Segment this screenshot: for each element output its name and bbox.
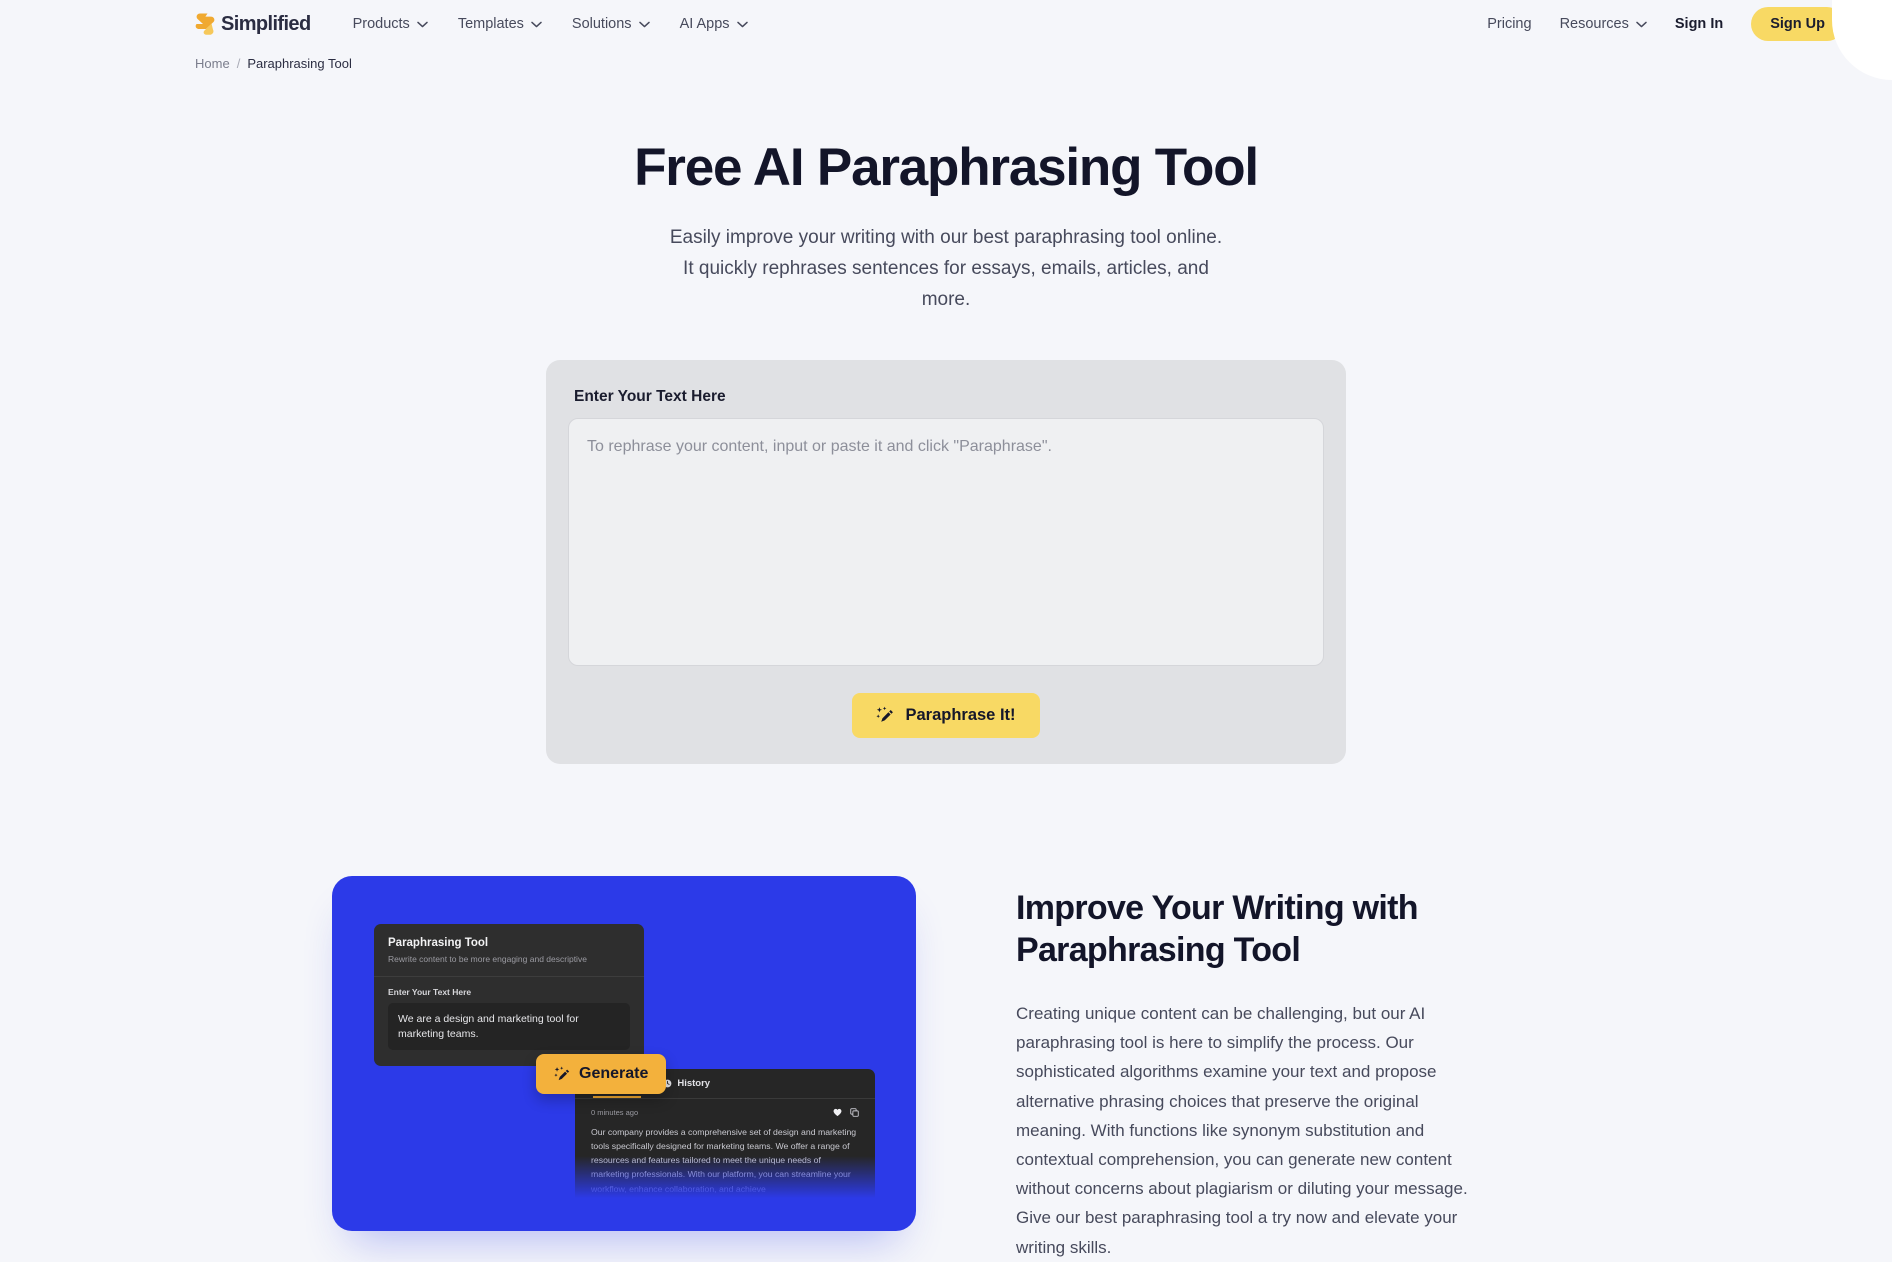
nav-label-solutions: Solutions <box>571 16 632 32</box>
paraphrase-tool-card: Enter Your Text Here Paraphrase It! <box>546 360 1346 765</box>
nav-label-resources: Resources <box>1559 16 1629 32</box>
illustration-panel-subtitle: Rewrite content to be more engaging and … <box>388 954 587 965</box>
magic-wand-icon <box>876 706 894 723</box>
illustration-field-label: Enter Your Text Here <box>388 987 472 998</box>
paraphrase-input[interactable] <box>568 418 1324 667</box>
feature-section: Paraphrasing Tool Rewrite content to be … <box>0 764 1892 1262</box>
illustration-panel-header: Paraphrasing Tool Rewrite content to be … <box>374 924 644 978</box>
hero-subtitle: Easily improve your writing with our bes… <box>669 227 1223 311</box>
paraphrase-button[interactable]: Paraphrase It! <box>852 693 1040 739</box>
nav-item-resources[interactable]: Resources <box>1560 16 1647 32</box>
chevron-down-icon <box>736 21 748 27</box>
breadcrumb: Home / Paraphrasing Tool <box>0 48 1892 71</box>
illustration-compose-panel: Paraphrasing Tool Rewrite content to be … <box>374 924 644 1067</box>
header-actions: Pricing Resources Sign In Sign Up <box>1487 7 1844 41</box>
simplified-bolt-icon <box>195 13 215 35</box>
tool-actions: Paraphrase It! <box>568 693 1324 739</box>
illustration-panel-body: Enter Your Text Here We are a design and… <box>374 977 644 1051</box>
illustration-result-fade <box>575 1156 875 1205</box>
paraphrase-button-label: Paraphrase It! <box>905 706 1016 725</box>
brand-name: Simplified <box>221 12 311 35</box>
illustration-field-value: We are a design and marketing tool for m… <box>388 1003 630 1051</box>
nav-item-templates[interactable]: Templates <box>458 16 542 32</box>
feature-body: Creating unique content can be challengi… <box>1016 1003 1468 1257</box>
input-label: Enter Your Text Here <box>574 388 726 406</box>
product-screenshot-illustration: Paraphrasing Tool Rewrite content to be … <box>332 876 916 1232</box>
chevron-down-icon <box>531 21 542 27</box>
breadcrumb-current: Paraphrasing Tool <box>247 56 352 71</box>
chevron-down-icon <box>417 21 428 27</box>
illustration-generate-label: Generate <box>579 1065 649 1083</box>
nav-item-products[interactable]: Products <box>353 16 428 32</box>
nav-label-ai-apps: AI Apps <box>679 16 730 32</box>
sign-up-button[interactable]: Sign Up <box>1751 7 1844 41</box>
illustration-generate-button[interactable]: Generate <box>536 1054 667 1095</box>
breadcrumb-home[interactable]: Home <box>195 56 230 71</box>
nav-label-templates: Templates <box>457 16 524 32</box>
illustration-result-meta: 0 minutes ago <box>575 1099 875 1117</box>
illustration-tab-history[interactable]: History <box>663 1078 710 1098</box>
main-nav: Products Templates Solutions AI Apps <box>353 16 748 32</box>
copy-icon[interactable] <box>850 1108 859 1117</box>
heart-icon[interactable] <box>833 1108 842 1117</box>
nav-label-products: Products <box>352 16 410 32</box>
hero-section: Free AI Paraphrasing Tool Easily improve… <box>0 71 1892 316</box>
chevron-down-icon <box>638 21 650 27</box>
brand-logo[interactable]: Simplified <box>195 13 311 36</box>
illustration-panel-title: Paraphrasing Tool <box>388 937 489 950</box>
illustration-result-actions <box>833 1108 859 1117</box>
magic-wand-icon <box>554 1066 570 1080</box>
nav-item-solutions[interactable]: Solutions <box>572 16 650 32</box>
illustration-tab-history-label: History <box>677 1078 711 1090</box>
illustration-result-timestamp: 0 minutes ago <box>591 1108 639 1118</box>
page-title: Free AI Paraphrasing Tool <box>634 138 1259 197</box>
feature-copy: Improve Your Writing with Paraphrasing T… <box>1016 876 1471 1262</box>
breadcrumb-separator: / <box>236 56 241 71</box>
nav-item-pricing[interactable]: Pricing <box>1487 16 1531 32</box>
site-header: Simplified Products Templates Solutions … <box>0 0 1892 48</box>
feature-heading: Improve Your Writing with Paraphrasing T… <box>1016 889 1419 970</box>
nav-item-ai-apps[interactable]: AI Apps <box>680 16 748 32</box>
sign-in-link[interactable]: Sign In <box>1675 16 1723 32</box>
chevron-down-icon <box>1636 21 1647 27</box>
